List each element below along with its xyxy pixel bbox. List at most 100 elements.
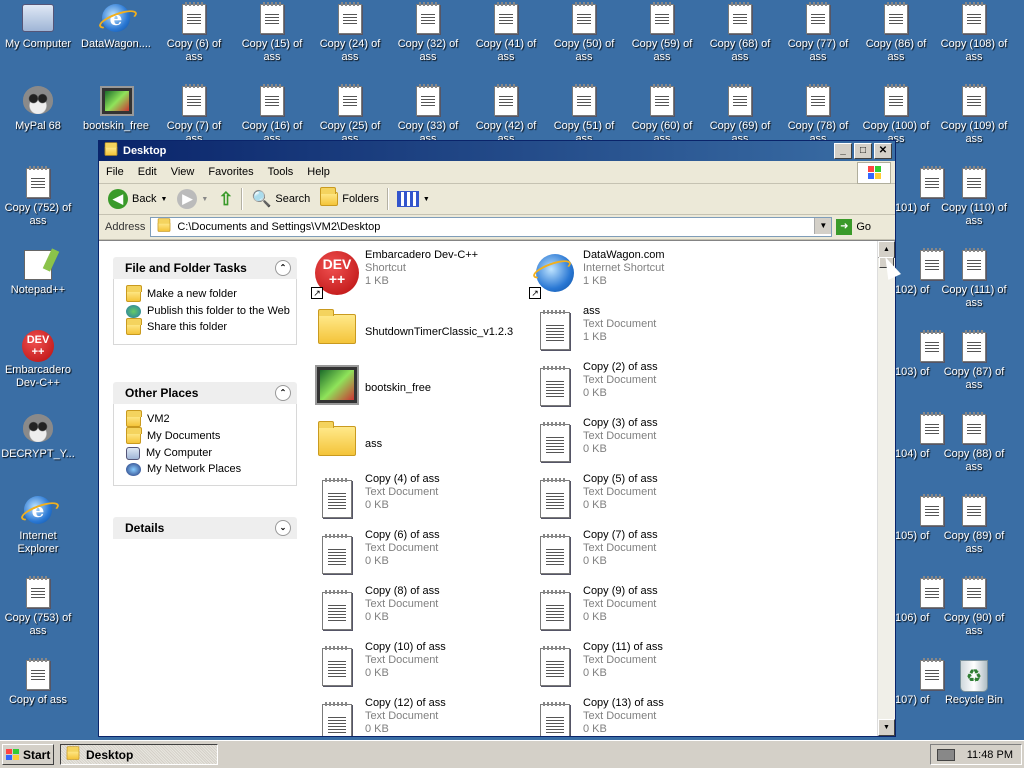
address-dropdown-button[interactable]: ▼ <box>814 218 832 234</box>
address-input[interactable]: C:\Documents and Settings\VM2\Desktop ▼ <box>150 217 833 237</box>
desktop-icon[interactable]: Copy (41) of ass <box>468 2 544 64</box>
panel-header[interactable]: Details ⌄ <box>113 517 297 539</box>
desktop-icon[interactable]: Copy of ass <box>0 658 76 707</box>
panel-header[interactable]: File and Folder Tasks ⌃ <box>113 257 297 279</box>
desktop-icon[interactable]: Copy (108) of ass <box>936 2 1012 64</box>
desktop-icon[interactable]: Copy (68) of ass <box>702 2 778 64</box>
file-item[interactable]: Copy (4) of ass Text Document 0 KB <box>313 473 523 527</box>
collapse-icon[interactable]: ⌃ <box>275 260 291 276</box>
desktop-icon[interactable]: e Internet Explorer <box>0 494 76 556</box>
file-item[interactable]: ass <box>313 417 523 471</box>
collapse-icon[interactable]: ⌃ <box>275 385 291 401</box>
vertical-scrollbar[interactable]: ▲ ▼ <box>877 241 895 736</box>
desktop-icon[interactable]: Copy (69) of ass <box>702 84 778 146</box>
maximize-button[interactable]: □ <box>854 143 872 159</box>
desktop-icon[interactable]: Copy (111) of ass <box>936 248 1012 310</box>
desktop-icon[interactable]: Copy (16) of ass <box>234 84 310 146</box>
menu-help[interactable]: Help <box>300 166 337 178</box>
chevron-down-icon[interactable]: ▼ <box>160 196 167 203</box>
file-item[interactable]: DEV ++ ↗ Embarcadero Dev-C++ Shortcut 1 KB <box>311 249 523 303</box>
desktop-icon[interactable]: Copy (87) of ass <box>936 330 1012 392</box>
forward-button[interactable]: ▶ ▼ <box>172 186 213 212</box>
menu-favorites[interactable]: Favorites <box>201 166 260 178</box>
folders-button[interactable]: Folders <box>315 186 384 212</box>
scroll-down-button[interactable]: ▼ <box>878 719 895 736</box>
desktop-icon[interactable]: My Computer <box>0 2 76 51</box>
file-item[interactable]: Copy (6) of ass Text Document 0 KB <box>313 529 523 583</box>
file-item[interactable]: Copy (3) of ass Text Document 0 KB <box>531 417 741 471</box>
desktop-icon[interactable]: DECRYPT_Y... <box>0 412 76 461</box>
desktop-icon[interactable]: Copy (89) of ass <box>936 494 1012 556</box>
desktop-icon[interactable]: Copy (753) of ass <box>0 576 76 638</box>
desktop-icon[interactable]: Copy (7) of ass <box>156 84 232 146</box>
desktop-icon[interactable]: Copy (752) of ass <box>0 166 76 228</box>
desktop-icon[interactable]: Copy (109) of ass <box>936 84 1012 146</box>
desktop-icon[interactable]: Copy (90) of ass <box>936 576 1012 638</box>
desktop-icon[interactable]: Copy (50) of ass <box>546 2 622 64</box>
chevron-down-icon[interactable]: ▼ <box>201 196 208 203</box>
search-button[interactable]: 🔍 Search <box>246 186 315 212</box>
file-item[interactable]: Copy (10) of ass Text Document 0 KB <box>313 641 523 695</box>
minimize-button[interactable]: _ <box>834 143 852 159</box>
explorer-window[interactable]: Desktop _ □ ✕ File Edit View Favorites T… <box>98 140 896 737</box>
desktop-icon[interactable]: Copy (88) of ass <box>936 412 1012 474</box>
back-button[interactable]: ◀ Back ▼ <box>103 186 172 212</box>
go-button[interactable]: ➜ Go <box>836 219 871 235</box>
file-item[interactable]: bootskin_free <box>313 361 523 415</box>
my-network-places-link[interactable]: My Network Places <box>126 463 296 476</box>
desktop-icon[interactable]: Copy (25) of ass <box>312 84 388 146</box>
title-bar[interactable]: Desktop _ □ ✕ <box>99 141 895 161</box>
start-button[interactable]: Start <box>2 744 54 765</box>
chevron-down-icon[interactable]: ▼ <box>423 196 430 203</box>
desktop-icon[interactable]: Copy (86) of ass <box>858 2 934 64</box>
desktop-icon[interactable]: Copy (51) of ass <box>546 84 622 146</box>
desktop-icon[interactable]: Copy (6) of ass <box>156 2 232 64</box>
file-item[interactable]: ↗ DataWagon.com Internet Shortcut 1 KB <box>529 249 741 303</box>
menu-tools[interactable]: Tools <box>261 166 301 178</box>
file-item[interactable]: Copy (11) of ass Text Document 0 KB <box>531 641 741 695</box>
desktop-icon[interactable]: e DataWagon.... <box>78 2 154 51</box>
desktop-icon[interactable]: Copy (77) of ass <box>780 2 856 64</box>
file-item[interactable]: Copy (12) of ass Text Document 0 KB <box>313 697 523 736</box>
panel-header[interactable]: Other Places ⌃ <box>113 382 297 404</box>
desktop-icon[interactable]: Copy (24) of ass <box>312 2 388 64</box>
file-item[interactable]: Copy (8) of ass Text Document 0 KB <box>313 585 523 639</box>
desktop-icon[interactable]: DEV ++ Embarcadero Dev-C++ <box>0 330 76 390</box>
desktop-icon[interactable]: Copy (42) of ass <box>468 84 544 146</box>
file-item[interactable]: Copy (7) of ass Text Document 0 KB <box>531 529 741 583</box>
desktop-icon[interactable]: Notepad++ <box>0 248 76 297</box>
my-computer-link[interactable]: My Computer <box>126 447 296 460</box>
desktop-icon[interactable]: Copy (15) of ass <box>234 2 310 64</box>
file-item[interactable]: Copy (5) of ass Text Document 0 KB <box>531 473 741 527</box>
close-button[interactable]: ✕ <box>874 143 892 159</box>
desktop-icon[interactable]: Copy (78) of ass <box>780 84 856 146</box>
desktop-icon[interactable]: Copy (33) of ass <box>390 84 466 146</box>
desktop-icon[interactable]: Copy (60) of ass <box>624 84 700 146</box>
views-button[interactable]: ▼ <box>392 186 435 212</box>
desktop-icon[interactable]: MyPal 68 <box>0 84 76 133</box>
make-new-folder-link[interactable]: Make a new folder <box>126 285 296 302</box>
menu-view[interactable]: View <box>164 166 202 178</box>
my-documents-link[interactable]: My Documents <box>126 427 296 444</box>
keyboard-icon[interactable] <box>937 748 955 761</box>
desktop-icon[interactable]: Copy (32) of ass <box>390 2 466 64</box>
menu-file[interactable]: File <box>99 166 131 178</box>
vm2-link[interactable]: VM2 <box>126 410 296 427</box>
file-item[interactable]: ass Text Document 1 KB <box>531 305 741 359</box>
up-folder-button[interactable]: ⇧ <box>213 186 238 212</box>
desktop-icon[interactable]: Copy (110) of ass <box>936 166 1012 228</box>
publish-folder-link[interactable]: Publish this folder to the Web <box>126 305 296 318</box>
file-item[interactable]: ShutdownTimerClassic_v1.2.3 <box>313 305 523 359</box>
expand-icon[interactable]: ⌄ <box>275 520 291 536</box>
file-item[interactable]: Copy (13) of ass Text Document 0 KB <box>531 697 741 736</box>
clock[interactable]: 11:48 PM <box>967 749 1013 761</box>
menu-edit[interactable]: Edit <box>131 166 164 178</box>
file-item[interactable]: Copy (9) of ass Text Document 0 KB <box>531 585 741 639</box>
desktop-icon[interactable]: Copy (100) of ass <box>858 84 934 146</box>
desktop-icon[interactable]: Copy (59) of ass <box>624 2 700 64</box>
taskbar-desktop-button[interactable]: Desktop <box>60 744 218 765</box>
desktop-icon[interactable]: bootskin_free <box>78 84 154 133</box>
file-item[interactable]: Copy (2) of ass Text Document 0 KB <box>531 361 741 415</box>
share-folder-link[interactable]: Share this folder <box>126 318 296 335</box>
desktop-icon[interactable]: ♻ Recycle Bin <box>936 658 1012 707</box>
